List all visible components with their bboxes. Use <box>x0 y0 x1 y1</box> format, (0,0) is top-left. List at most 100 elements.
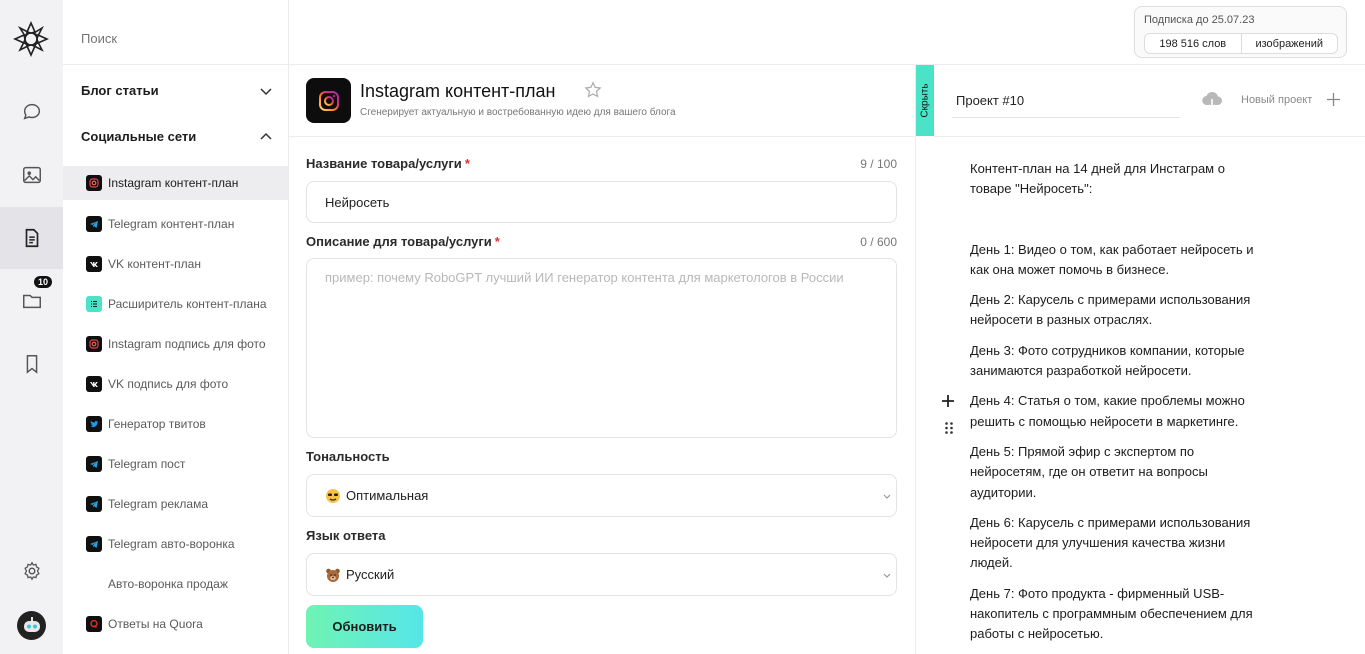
tone-select[interactable]: Оптимальная <box>306 474 897 517</box>
sidebar-item-telegram-auto-funnel[interactable]: Telegram авто-воронка <box>63 527 288 561</box>
content-day: День 5: Прямой эфир с экспертом по нейро… <box>970 443 1208 500</box>
required-mark: * <box>494 234 500 249</box>
sidebar-item-vk-photo-caption[interactable]: VK подпись для фото <box>63 367 288 401</box>
sidebar-item-label: Telegram авто-воронка <box>108 537 235 551</box>
app-logo-icon[interactable] <box>12 20 50 58</box>
chevron-down-icon <box>883 494 891 499</box>
hide-panel-tab[interactable]: Скрыть <box>916 65 934 136</box>
sidebar-item-label: Ответы на Quora <box>108 617 203 631</box>
generated-content[interactable]: Контент-план на 14 дней для Инстаграм о … <box>970 159 1270 654</box>
content-day: День 7: Фото продукта - фирменный USB-на… <box>970 585 1253 642</box>
sidebar-item-sales-auto-funnel[interactable]: Авто-воронка продаж <box>63 567 288 601</box>
telegram-icon <box>86 496 102 512</box>
vk-icon <box>86 256 102 272</box>
chat-nav-button[interactable] <box>0 81 63 143</box>
sidebar-item-vk-content-plan[interactable]: VK контент-план <box>63 247 288 281</box>
panel-divider <box>915 65 916 654</box>
description-label: Описание для товара/услуги * <box>306 234 500 249</box>
sidebar-item-label: Генератор твитов <box>108 417 206 431</box>
sidebar-item-telegram-post[interactable]: Telegram пост <box>63 447 288 481</box>
tone-emoji-icon <box>325 488 341 504</box>
sidebar-item-label: Расширитель контент-плана <box>108 297 267 311</box>
product-name-label-text: Название товара/услуги <box>306 156 462 171</box>
document-icon <box>25 228 38 248</box>
product-name-label: Название товара/услуги * <box>306 156 470 171</box>
language-value: Русский <box>346 567 395 582</box>
product-name-counter: 9 / 100 <box>860 157 897 171</box>
content-day: День 3: Фото сотрудников компании, котор… <box>970 342 1245 379</box>
group-label: Социальные сети <box>81 129 197 144</box>
folder-count-badge: 10 <box>34 276 53 288</box>
project-name-input[interactable]: Проект #10 <box>952 86 1180 118</box>
sidebar-item-telegram-content-plan[interactable]: Telegram контент-план <box>63 207 288 241</box>
telegram-icon <box>86 216 102 232</box>
add-block-icon[interactable] <box>941 394 955 408</box>
group-social-networks[interactable]: Социальные сети <box>81 129 273 144</box>
tone-value: Оптимальная <box>346 488 429 503</box>
settings-nav-button[interactable] <box>0 540 63 602</box>
bear-emoji-icon <box>325 567 341 583</box>
balance-pill: 198 516 слов изображений <box>1144 33 1338 54</box>
output-header-divider <box>934 136 1365 137</box>
documents-nav-button[interactable] <box>0 207 63 269</box>
tools-sidebar: Блог статьи Социальные сети Instagram ко… <box>63 0 289 654</box>
sidebar-item-label: VK контент-план <box>108 257 201 271</box>
chat-bubble-icon <box>22 103 40 120</box>
robot-avatar-icon <box>23 616 40 632</box>
page-title: Instagram контент-план <box>360 81 556 101</box>
description-counter: 0 / 600 <box>860 235 897 249</box>
folders-nav-button[interactable]: 10 <box>0 270 63 332</box>
sidebar-item-quora-answers[interactable]: Ответы на Quora <box>63 607 288 641</box>
sidebar-item-label: Instagram контент-план <box>108 176 239 190</box>
language-select[interactable]: Русский <box>306 553 897 596</box>
images-balance: изображений <box>1240 34 1338 53</box>
telegram-icon <box>86 536 102 552</box>
subscription-panel: Подписка до 25.07.23 198 516 слов изобра… <box>1134 6 1347 58</box>
update-button[interactable]: Обновить <box>306 605 423 648</box>
images-nav-button[interactable] <box>0 144 63 206</box>
description-label-text: Описание для товара/услуги <box>306 234 492 249</box>
sidebar-item-instagram-content-plan[interactable]: Instagram контент-план <box>63 166 288 200</box>
sidebar-item-label: Telegram пост <box>108 457 186 471</box>
group-label: Блог статьи <box>81 83 159 98</box>
twitter-icon <box>86 416 102 432</box>
tone-label: Тональность <box>306 449 390 464</box>
content-day: День 4: Статья о том, какие проблемы мож… <box>970 393 1245 429</box>
new-project-link[interactable]: Новый проект <box>1241 94 1312 106</box>
words-balance: 198 516 слов <box>1159 37 1227 50</box>
drag-handle-icon[interactable] <box>944 421 954 435</box>
sidebar-item-label: VK подпись для фото <box>108 377 229 391</box>
content-intro: Контент-план на 14 дней для Инстаграм о … <box>970 161 1225 197</box>
plus-icon[interactable] <box>1326 92 1341 107</box>
list-icon <box>86 296 102 312</box>
description-textarea[interactable]: пример: почему RoboGPT лучший ИИ генерат… <box>306 258 897 438</box>
sidebar-item-label: Авто-воронка продаж <box>108 577 228 591</box>
gear-icon <box>23 561 40 581</box>
sidebar-item-tweet-generator[interactable]: Генератор твитов <box>63 407 288 441</box>
icon-rail: 10 <box>0 0 63 654</box>
bookmarks-nav-button[interactable] <box>0 333 63 395</box>
product-name-input[interactable]: Нейросеть <box>306 181 897 223</box>
hide-panel-label: Скрыть <box>919 83 931 118</box>
sidebar-item-content-plan-expander[interactable]: Расширитель контент-плана <box>63 287 288 321</box>
search-divider <box>63 64 289 65</box>
instagram-icon <box>306 78 351 123</box>
quora-icon <box>86 616 102 632</box>
subscription-title: Подписка до 25.07.23 <box>1144 14 1255 26</box>
favorite-star-icon[interactable] <box>584 81 602 99</box>
required-mark: * <box>464 156 470 171</box>
sidebar-item-label: Telegram реклама <box>108 497 209 511</box>
vk-icon <box>86 376 102 392</box>
sidebar-item-telegram-ads[interactable]: Telegram реклама <box>63 487 288 521</box>
sidebar-item-instagram-photo-caption[interactable]: Instagram подпись для фото <box>63 327 288 361</box>
page-subtitle: Сгенерирует актуальную и востребованную … <box>360 107 676 118</box>
search-input[interactable] <box>81 31 271 46</box>
image-icon <box>22 166 41 184</box>
group-blog-articles[interactable]: Блог статьи <box>81 83 273 98</box>
cloud-download-icon[interactable] <box>1200 88 1224 112</box>
folder-icon <box>22 294 41 309</box>
sidebar-item-label: Instagram подпись для фото <box>108 337 266 351</box>
user-avatar[interactable] <box>17 611 46 640</box>
chevron-down-icon <box>883 573 891 578</box>
bookmark-icon <box>26 355 37 374</box>
